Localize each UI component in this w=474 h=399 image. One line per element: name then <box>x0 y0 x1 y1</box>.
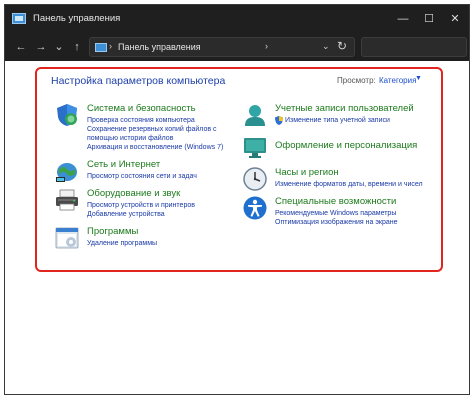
category-title[interactable]: Система и безопасность <box>87 103 196 114</box>
address-bar[interactable]: › Панель управления › ⌄ <box>89 37 355 57</box>
shield-icon[interactable] <box>55 103 79 127</box>
category-link[interactable]: Сохранение резервных копий файлов с <box>87 125 217 134</box>
network-icon[interactable] <box>55 159 79 183</box>
programs-icon[interactable] <box>55 226 79 250</box>
accessibility-icon[interactable] <box>243 196 267 220</box>
view-by-arrow-icon[interactable]: ▼ <box>415 75 422 82</box>
search-input[interactable] <box>361 37 467 57</box>
category-link[interactable]: Удаление программы <box>87 239 157 248</box>
uac-shield-icon <box>275 116 283 125</box>
printer-icon[interactable] <box>55 188 79 212</box>
category-link[interactable]: Рекомендуемые Windows параметры <box>275 209 396 218</box>
close-button[interactable]: ✕ <box>445 11 465 27</box>
breadcrumb-separator-icon[interactable]: › <box>109 41 112 51</box>
page-title: Настройка параметров компьютера <box>51 75 226 87</box>
category-title[interactable]: Часы и регион <box>275 167 339 178</box>
control-panel-app-icon <box>12 13 26 24</box>
up-button[interactable]: ↑ <box>69 39 85 55</box>
window-title: Панель управления <box>33 13 121 24</box>
category-link[interactable]: Архивация и восстановление (Windows 7) <box>87 143 223 152</box>
category-link[interactable]: Добавление устройства <box>87 210 165 219</box>
refresh-button[interactable]: ↻ <box>337 39 347 53</box>
user-icon[interactable] <box>243 103 267 127</box>
category-title[interactable]: Специальные возможности <box>275 196 396 207</box>
category-link[interactable]: Просмотр устройств и принтеров <box>87 201 195 210</box>
clock-icon[interactable] <box>243 167 267 191</box>
category-title[interactable]: Оборудование и звук <box>87 188 180 199</box>
category-title[interactable]: Оформление и персонализация <box>275 140 417 151</box>
appearance-icon[interactable] <box>243 135 267 159</box>
view-by-label: Просмотр: <box>337 76 376 85</box>
category-link[interactable]: Оптимизация изображения на экране <box>275 218 398 227</box>
minimize-button[interactable]: — <box>393 11 413 27</box>
back-button[interactable]: ← <box>13 39 29 55</box>
title-bar: Панель управления — ☐ ✕ <box>5 5 469 33</box>
view-by-dropdown[interactable]: Категория <box>379 76 416 85</box>
control-panel-small-icon <box>95 43 107 52</box>
category-link[interactable]: Проверка состояния компьютера <box>87 116 195 125</box>
breadcrumb-chevron-icon[interactable]: › <box>265 41 268 51</box>
category-link[interactable]: Изменение типа учетной записи <box>285 116 390 125</box>
forward-button[interactable]: → <box>33 39 49 55</box>
maximize-button[interactable]: ☐ <box>419 11 439 27</box>
recent-locations-button[interactable]: ⌄ <box>51 39 67 55</box>
category-link[interactable]: Изменение форматов даты, времени и чисел <box>275 180 423 189</box>
navigation-bar: ← → ⌄ ↑ › Панель управления › ⌄ ↻ <box>5 33 469 61</box>
address-dropdown-icon[interactable]: ⌄ <box>322 41 330 52</box>
category-title[interactable]: Сеть и Интернет <box>87 159 160 170</box>
category-title[interactable]: Программы <box>87 226 138 237</box>
category-title[interactable]: Учетные записи пользователей <box>275 103 414 114</box>
category-link[interactable]: помощью истории файлов <box>87 134 173 143</box>
breadcrumb[interactable]: Панель управления <box>118 42 201 52</box>
control-panel-window: Панель управления — ☐ ✕ ← → ⌄ ↑ › Панель… <box>4 4 470 395</box>
content-area: Настройка параметров компьютера Просмотр… <box>5 61 469 394</box>
category-link[interactable]: Просмотр состояния сети и задач <box>87 172 197 181</box>
